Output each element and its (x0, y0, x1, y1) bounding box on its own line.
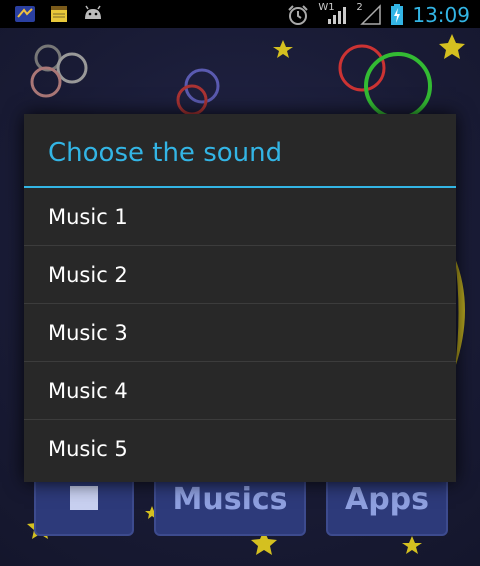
star-icon (402, 536, 422, 554)
wifi-signal-icon: W1 (318, 2, 348, 26)
home-icon (70, 486, 98, 510)
sound-option-music-4[interactable]: Music 4 (24, 362, 456, 420)
mobile-signal-icon: 2 (356, 2, 382, 26)
bubble-icon (34, 44, 62, 72)
background-button-musics: Musics (154, 476, 306, 536)
sound-option-music-3[interactable]: Music 3 (24, 304, 456, 362)
battery-charging-icon (391, 4, 404, 25)
bubble-icon (30, 66, 62, 98)
android-icon (85, 5, 101, 19)
status-clock: 13:09 (412, 3, 470, 27)
status-bar: W1 2 13:09 (0, 0, 480, 28)
background-button-home (34, 476, 134, 536)
dialog-title: Choose the sound (24, 114, 456, 188)
alarm-icon (288, 5, 309, 25)
bubble-icon (56, 52, 88, 84)
moon-icon (455, 258, 465, 368)
sound-option-music-5[interactable]: Music 5 (24, 420, 456, 478)
star-icon (273, 40, 293, 58)
sound-option-music-1[interactable]: Music 1 (24, 188, 456, 246)
bubble-icon (338, 44, 386, 92)
sound-chooser-dialog: Choose the sound Music 1 Music 2 Music 3… (24, 114, 456, 482)
background-button-apps: Apps (326, 476, 448, 536)
sound-option-music-2[interactable]: Music 2 (24, 246, 456, 304)
notes-icon (51, 6, 67, 22)
star-icon (439, 34, 465, 59)
game-icon (15, 6, 35, 22)
